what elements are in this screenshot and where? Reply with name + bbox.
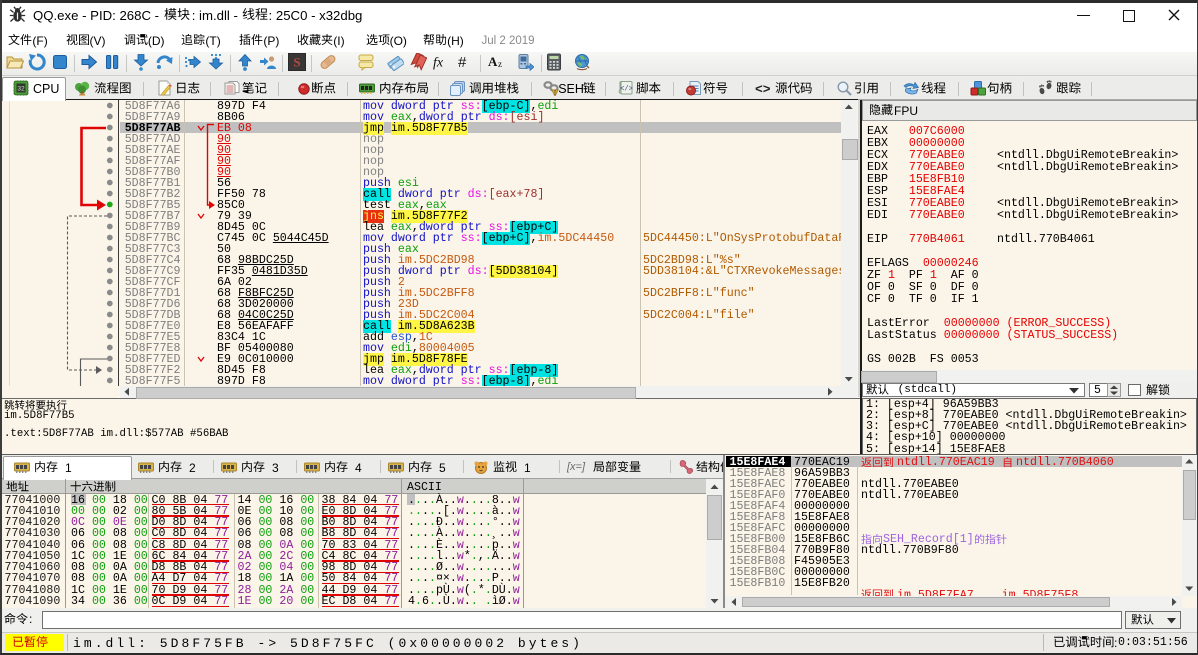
svg-text:A: A <box>488 54 498 69</box>
svg-text:fx: fx <box>433 56 444 71</box>
svg-text:<>: <> <box>755 82 771 96</box>
svg-text:</>: </> <box>620 86 633 94</box>
svg-text:S: S <box>293 55 300 70</box>
svg-text:#: # <box>458 54 467 71</box>
svg-text:!: ! <box>554 91 556 97</box>
svg-text:z: z <box>498 59 502 69</box>
svg-text:32: 32 <box>17 86 25 93</box>
